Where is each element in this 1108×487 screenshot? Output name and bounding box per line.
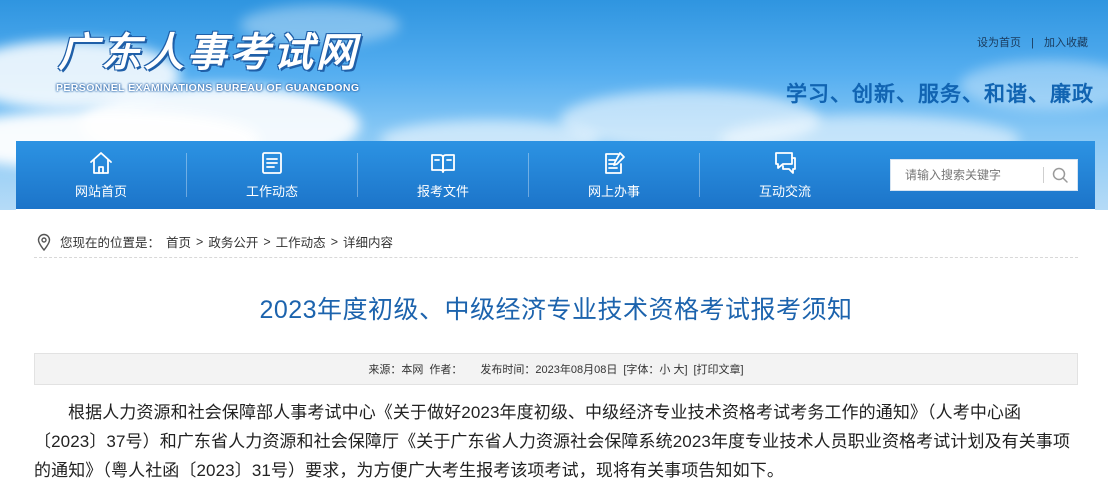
nav-item-online-services[interactable]: 网上办事 bbox=[529, 141, 699, 209]
site-slogan: 学习、创新、服务、和谐、廉政 bbox=[786, 83, 1094, 106]
open-book-icon bbox=[429, 149, 457, 177]
search-input[interactable] bbox=[891, 160, 1041, 190]
font-size-control[interactable]: [字体：小 大] bbox=[623, 361, 687, 377]
nav-item-home[interactable]: 网站首页 bbox=[16, 141, 186, 209]
search-button[interactable] bbox=[1049, 165, 1071, 185]
location-pin-icon bbox=[37, 233, 51, 251]
search-box bbox=[890, 159, 1078, 191]
article-title: 2023年度初级、中级经济专业技术资格考试报考须知 bbox=[259, 296, 853, 324]
nav-item-label: 报考文件 bbox=[416, 184, 469, 199]
nav-item-work-news[interactable]: 工作动态 bbox=[187, 141, 357, 209]
nav-item-label: 互动交流 bbox=[758, 184, 811, 199]
article-author: 作者： bbox=[429, 364, 463, 376]
add-favorite-link[interactable]: 加入收藏 bbox=[1044, 37, 1088, 49]
nav-item-interaction[interactable]: 互动交流 bbox=[700, 141, 870, 209]
breadcrumb-prefix: 您现在的位置是： bbox=[60, 236, 161, 250]
article-meta: 来源：本网 作者： 发布时间：2023年08月08日 [字体：小 大] [打印文… bbox=[34, 353, 1078, 385]
print-article-link[interactable]: [打印文章] bbox=[694, 361, 744, 377]
clipboard-pen-icon bbox=[600, 149, 628, 177]
set-homepage-link[interactable]: 设为首页 bbox=[977, 37, 1021, 49]
search-divider bbox=[1043, 167, 1044, 183]
breadcrumb-separator: > bbox=[263, 234, 271, 249]
breadcrumb-current: 详细内容 bbox=[343, 236, 394, 250]
breadcrumb-separator: > bbox=[196, 234, 204, 249]
breadcrumb-home[interactable]: 首页 bbox=[166, 232, 191, 251]
site-logo-title[interactable]: 广东人事考试网 bbox=[58, 20, 359, 78]
chat-bubbles-icon bbox=[771, 149, 799, 177]
breadcrumb: 您现在的位置是： 首页 > 政务公开 > 工作动态 > 详细内容 bbox=[34, 226, 1078, 258]
main-nav: 网站首页 工作动态 报考文件 网上办事 互动交流 请输入搜索关键字 bbox=[16, 141, 1095, 209]
top-links: 设为首页 | 加入收藏 bbox=[977, 34, 1088, 50]
top-link-separator: | bbox=[1031, 37, 1034, 49]
news-list-icon bbox=[258, 149, 286, 177]
breadcrumb-government-affairs[interactable]: 政务公开 bbox=[208, 232, 258, 251]
search-icon bbox=[1052, 167, 1068, 183]
article-body: 根据人力资源和社会保障部人事考试中心《关于做好2023年度初级、中级经济专业技术… bbox=[34, 403, 1071, 480]
breadcrumb-work-news[interactable]: 工作动态 bbox=[276, 232, 326, 251]
nav-item-label: 网站首页 bbox=[74, 184, 127, 199]
breadcrumb-separator: > bbox=[330, 234, 338, 249]
article-source: 来源：本网 bbox=[368, 364, 424, 376]
article-date: 发布时间：2023年08月08日 bbox=[480, 364, 618, 376]
site-logo-subtitle: PERSONNEL EXAMINATIONS BUREAU OF GUANGDO… bbox=[56, 82, 360, 94]
home-icon bbox=[87, 149, 115, 177]
nav-item-label: 工作动态 bbox=[245, 184, 298, 199]
nav-item-exam-documents[interactable]: 报考文件 bbox=[358, 141, 528, 209]
nav-item-label: 网上办事 bbox=[587, 184, 640, 199]
